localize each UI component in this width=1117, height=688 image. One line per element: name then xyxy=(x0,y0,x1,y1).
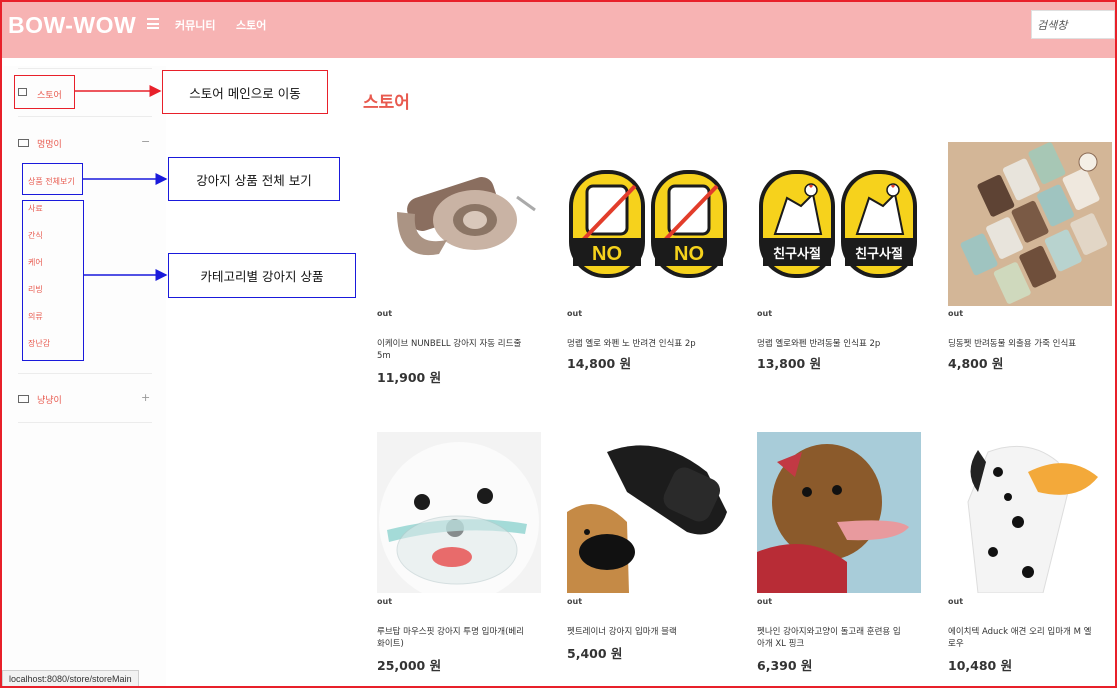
divider xyxy=(18,373,152,374)
product-price: 25,000 원 xyxy=(377,658,442,673)
product-name[interactable]: 루브탑 마우스핏 강아지 투명 입마개(베리 화이트) xyxy=(377,626,527,650)
badge-text: 친구사절 xyxy=(855,246,903,262)
product-name[interactable]: 멍랩 옐로와펜 반려동물 인식표 2p xyxy=(757,338,907,350)
stock-status: out xyxy=(377,597,393,606)
product-image[interactable]: NO NO xyxy=(567,142,731,306)
header: BOW-WOW 커뮤니티 스토어 검색창 xyxy=(2,2,1115,58)
product-image[interactable]: 친구사절 친구사절 xyxy=(757,142,921,306)
product-image[interactable] xyxy=(948,142,1112,306)
sidebar-item-cat[interactable]: 냥냥이 xyxy=(37,393,62,406)
badge-text: NO xyxy=(674,243,704,265)
image-icon xyxy=(18,395,29,403)
product-name[interactable]: 이케이브 NUNBELL 강아지 자동 리드줄 5m xyxy=(377,338,527,362)
sidebar-item-dog[interactable]: 멍멍이 xyxy=(37,137,62,150)
product-price: 5,400 원 xyxy=(567,646,623,661)
product-image[interactable] xyxy=(377,432,541,593)
product-price: 10,480 원 xyxy=(948,658,1013,673)
callout-store-main: 스토어 메인으로 이동 xyxy=(162,70,328,114)
search-input[interactable]: 검색창 xyxy=(1031,10,1115,39)
collapse-icon[interactable]: − xyxy=(141,135,150,148)
callout-category: 카테고리별 강아지 상품 xyxy=(168,253,356,298)
product-name[interactable]: 멍랩 옐로 와펜 노 반려견 인식표 2p xyxy=(567,338,717,350)
product-name[interactable]: 딩동펫 반려동물 외출용 가죽 인식표 xyxy=(948,338,1098,350)
divider xyxy=(18,422,152,423)
stock-status: out xyxy=(948,309,964,318)
annotation-box-categories xyxy=(22,200,84,361)
product-price: 13,800 원 xyxy=(757,356,822,371)
status-bar-url: localhost:8080/store/storeMain xyxy=(2,670,139,686)
product-name[interactable]: 펫트레이너 강아지 입마개 블랙 xyxy=(567,626,717,638)
logo[interactable]: BOW-WOW xyxy=(8,12,136,39)
product-price: 6,390 원 xyxy=(757,658,813,673)
hamburger-icon[interactable] xyxy=(147,18,159,29)
product-price: 11,900 원 xyxy=(377,370,442,385)
product-price: 4,800 원 xyxy=(948,356,1004,371)
divider xyxy=(18,68,152,69)
nav-store[interactable]: 스토어 xyxy=(236,17,266,33)
badge-text: 친구사절 xyxy=(773,246,821,262)
stock-status: out xyxy=(757,309,773,318)
product-image[interactable] xyxy=(948,432,1112,593)
divider xyxy=(18,116,152,117)
annotation-box-all-products xyxy=(22,163,83,195)
product-image[interactable] xyxy=(567,432,731,593)
page-title: 스토어 xyxy=(363,93,410,113)
sidebar: 스토어 멍멍이 − 상품 전체보기 사료 간식 케어 리빙 의류 장난감 냥냥이… xyxy=(4,66,166,686)
product-name[interactable]: 에이치텍 Aduck 애견 오리 입마개 M 옐로우 xyxy=(948,626,1098,650)
stock-status: out xyxy=(948,597,964,606)
stock-status: out xyxy=(757,597,773,606)
product-price: 14,800 원 xyxy=(567,356,632,371)
product-name[interactable]: 펫나인 강아지와고양이 돌고래 훈련용 입아개 XL 핑크 xyxy=(757,626,907,650)
annotation-box-store xyxy=(14,75,75,109)
product-image[interactable] xyxy=(757,432,921,593)
stock-status: out xyxy=(567,309,583,318)
page-frame: BOW-WOW 커뮤니티 스토어 검색창 스토어 멍멍이 − 상품 전체보기 사… xyxy=(0,0,1117,688)
stock-status: out xyxy=(567,597,583,606)
product-image[interactable] xyxy=(377,142,541,306)
expand-icon[interactable]: + xyxy=(141,391,150,404)
image-icon xyxy=(18,139,29,147)
callout-all-products: 강아지 상품 전체 보기 xyxy=(168,157,340,201)
nav-community[interactable]: 커뮤니티 xyxy=(175,17,215,33)
badge-text: NO xyxy=(592,243,622,265)
stock-status: out xyxy=(377,309,393,318)
